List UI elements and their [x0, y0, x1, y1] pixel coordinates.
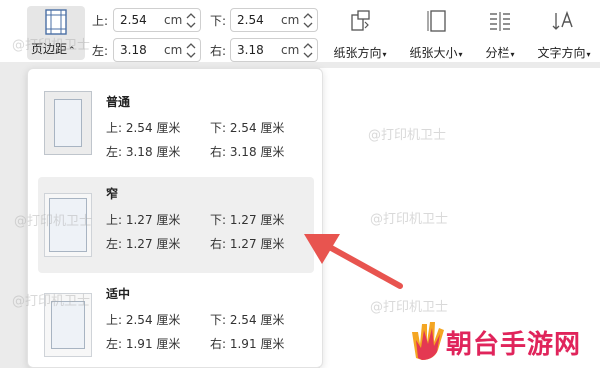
chevron-down-icon: ▾ [510, 50, 515, 59]
watermark: @打印机卫士 [370, 212, 449, 227]
columns-icon [488, 9, 512, 37]
right-margin-value: 3.18 [237, 43, 264, 57]
preset-name: 普通 [106, 95, 131, 109]
brand-logo-icon [412, 322, 444, 360]
left-margin-value: 3.18 [120, 43, 147, 57]
columns-button[interactable]: 分栏▾ [478, 6, 522, 60]
right-margin-input[interactable]: 3.18 cm [230, 38, 318, 62]
text-direction-label: 文字方向 [537, 46, 586, 60]
watermark: @打印机卫士 [12, 294, 91, 309]
spin-down-icon[interactable] [303, 51, 313, 59]
top-margin-label: 上: [92, 14, 109, 28]
preset-bottom: 下: 2.54 厘米 [210, 313, 285, 327]
bottom-margin-value: 2.54 [237, 13, 264, 27]
orientation-label: 纸张方向 [333, 46, 382, 60]
preset-name: 窄 [106, 187, 119, 201]
paper-size-button[interactable]: 纸张大小▾ [402, 6, 470, 60]
spin-up-icon[interactable] [186, 12, 196, 20]
paper-size-icon [427, 9, 447, 37]
bottom-margin-unit: cm [281, 13, 300, 27]
brand-name: 朝台手游网 [446, 330, 582, 360]
preset-normal-thumbnail [44, 91, 92, 155]
spin-up-icon[interactable] [186, 42, 196, 50]
left-margin-label: 左: [92, 44, 109, 58]
text-direction-button[interactable]: 文字方向▾ [530, 6, 598, 60]
watermark: @打印机卫士 [14, 214, 93, 229]
preset-left: 左: 3.18 厘米 [106, 145, 181, 159]
chevron-down-icon: ▾ [458, 50, 463, 59]
text-direction-icon [552, 9, 576, 37]
preset-bottom: 下: 1.27 厘米 [210, 213, 285, 227]
chevron-down-icon: ▾ [382, 50, 387, 59]
preset-normal[interactable]: 普通 上: 2.54 厘米 下: 2.54 厘米 左: 3.18 厘米 右: 3… [38, 85, 314, 181]
top-margin-unit: cm [164, 13, 183, 27]
bottom-margin-label: 下: [210, 14, 227, 28]
spin-down-icon[interactable] [186, 21, 196, 29]
spin-down-icon[interactable] [186, 51, 196, 59]
preset-bottom: 下: 2.54 厘米 [210, 121, 285, 135]
watermark: @打印机卫士 [368, 128, 447, 143]
spin-up-icon[interactable] [303, 12, 313, 20]
preset-left: 左: 1.91 厘米 [106, 337, 181, 351]
top-margin-input[interactable]: 2.54 cm [113, 8, 201, 32]
preset-left: 左: 1.27 厘米 [106, 237, 181, 251]
spin-down-icon[interactable] [303, 21, 313, 29]
preset-name: 适中 [106, 287, 131, 301]
right-margin-unit: cm [281, 43, 300, 57]
watermark: @打印机卫士 [12, 38, 91, 53]
chevron-down-icon: ▾ [586, 50, 591, 59]
preset-top: 上: 1.27 厘米 [106, 213, 181, 227]
bottom-margin-input[interactable]: 2.54 cm [230, 8, 318, 32]
preset-right: 右: 3.18 厘米 [210, 145, 285, 159]
watermark: @打印机卫士 [370, 300, 449, 315]
preset-right: 右: 1.27 厘米 [210, 237, 285, 251]
preset-top: 上: 2.54 厘米 [106, 313, 181, 327]
preset-top: 上: 2.54 厘米 [106, 121, 181, 135]
annotation-arrow-icon [304, 234, 403, 289]
paper-size-label: 纸张大小 [409, 46, 458, 60]
left-margin-input[interactable]: 3.18 cm [113, 38, 201, 62]
right-margin-label: 右: [210, 44, 227, 58]
top-margin-value: 2.54 [120, 13, 147, 27]
left-margin-unit: cm [164, 43, 183, 57]
orientation-icon [349, 9, 371, 37]
columns-label: 分栏 [485, 46, 510, 60]
preset-right: 右: 1.91 厘米 [210, 337, 285, 351]
spin-up-icon[interactable] [303, 42, 313, 50]
document-page [320, 68, 600, 368]
orientation-button[interactable]: 纸张方向▾ [326, 6, 394, 60]
